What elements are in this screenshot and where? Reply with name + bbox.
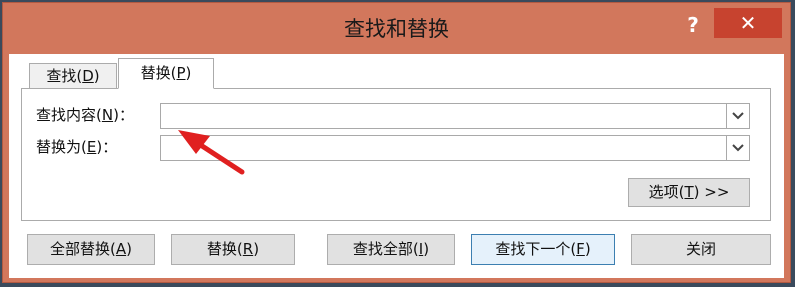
tab-replace[interactable]: 替换(P)	[118, 58, 214, 89]
tab-replace-label: 替换(	[140, 64, 177, 82]
tab-replace-label-end: )	[185, 64, 192, 82]
tab-replace-mnemonic: P	[176, 64, 186, 82]
red-arrow-annotation	[178, 130, 245, 175]
